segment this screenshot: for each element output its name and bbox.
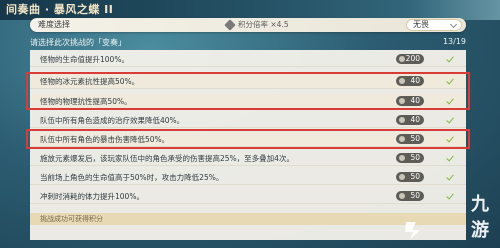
checkmark-icon <box>446 76 454 85</box>
watermark-text: 九游 <box>471 194 490 241</box>
points-value: 50 <box>410 153 420 162</box>
variation-text: 怪物的生命值提升100%。 <box>40 55 129 64</box>
checkmark-icon <box>446 153 454 162</box>
points-badge: 50 <box>396 191 424 201</box>
difficulty-bar: 难度选择 积分倍率 ×4.5 无畏 <box>30 18 466 32</box>
points-value: 50 <box>410 134 420 143</box>
points-value: 40 <box>410 115 420 124</box>
points-value: 200 <box>405 54 420 63</box>
coin-icon <box>399 155 405 161</box>
points-value: 50 <box>410 172 420 181</box>
points-value: 40 <box>410 96 420 105</box>
difficulty-label: 难度选择 <box>38 20 70 29</box>
section-subtitle: 请选择此次挑战的「变奏」 <box>30 38 126 47</box>
variation-text: 施放元素爆发后，该玩家队伍中的角色承受的伤害提高25%，至多叠加4次。 <box>40 154 294 163</box>
points-badge: 50 <box>396 172 424 182</box>
chevron-down-icon <box>449 20 458 29</box>
difficulty-select[interactable]: 无畏 <box>406 19 462 31</box>
variation-text: 怪物的冰元素抗性提高50%。 <box>40 77 140 86</box>
selection-count: 13/19 <box>442 37 466 46</box>
checkmark-icon <box>446 96 454 105</box>
points-badge: 50 <box>396 134 424 144</box>
variation-row[interactable]: 队伍中所有角色造成的治疗效果降低40%。 40 <box>30 113 466 128</box>
coin-icon <box>399 136 405 142</box>
footer-hint: 挑战成功可获得积分 <box>30 213 466 225</box>
variation-row[interactable]: 队伍中所有角色的暴击伤害降低50%。 50 <box>30 132 466 147</box>
coin-icon <box>399 174 405 180</box>
variation-text: 队伍中所有角色造成的治疗效果降低40%。 <box>40 116 185 125</box>
score-multiplier: 积分倍率 ×4.5 <box>238 20 289 29</box>
points-badge: 40 <box>396 76 424 86</box>
variation-row[interactable]: 冲刺时消耗的体力提升100%。 50 <box>30 189 466 204</box>
variation-row[interactable]: 当前场上角色的生命值高于50%时，攻击力降低25%。 50 <box>30 170 466 185</box>
coin-icon <box>399 117 405 123</box>
points-badge: 50 <box>396 153 424 163</box>
points-value: 50 <box>410 191 420 200</box>
difficulty-select-value: 无畏 <box>413 20 429 29</box>
coin-icon <box>399 78 405 84</box>
header-decoration <box>410 0 500 20</box>
variation-text: 队伍中所有角色的暴击伤害降低50%。 <box>40 135 170 144</box>
checkmark-icon <box>446 172 454 181</box>
checkmark-icon <box>446 115 454 124</box>
page-title: 间奏曲 · 暴风之蝶 II <box>6 3 114 16</box>
checkmark-icon <box>446 191 454 200</box>
checkmark-icon <box>446 54 454 63</box>
variation-list: 怪物的生命值提升100%。 200 怪物的冰元素抗性提高50%。 40 怪物的物… <box>30 50 466 240</box>
watermark-logo-icon <box>405 222 420 240</box>
points-badge: 40 <box>396 96 424 106</box>
variation-row[interactable]: 怪物的冰元素抗性提高50%。 40 <box>30 74 466 89</box>
checkmark-icon <box>446 134 454 143</box>
variation-row[interactable]: 怪物的物理抗性提高50%。 40 <box>30 94 466 109</box>
coin-icon <box>399 56 405 62</box>
points-badge: 200 <box>396 54 424 64</box>
variation-text: 冲刺时消耗的体力提升100%。 <box>40 192 144 201</box>
variation-row[interactable]: 怪物的生命值提升100%。 200 <box>30 52 466 67</box>
diamond-icon <box>224 19 236 31</box>
points-value: 40 <box>410 76 420 85</box>
coin-icon <box>399 98 405 104</box>
coin-icon <box>399 193 405 199</box>
variation-text: 当前场上角色的生命值高于50%时，攻击力降低25%。 <box>40 173 224 182</box>
points-badge: 40 <box>396 115 424 125</box>
variation-text: 怪物的物理抗性提高50%。 <box>40 97 132 106</box>
variation-row[interactable]: 施放元素爆发后，该玩家队伍中的角色承受的伤害提高25%，至多叠加4次。 50 <box>30 151 466 166</box>
window-header: 间奏曲 · 暴风之蝶 II <box>0 0 500 20</box>
